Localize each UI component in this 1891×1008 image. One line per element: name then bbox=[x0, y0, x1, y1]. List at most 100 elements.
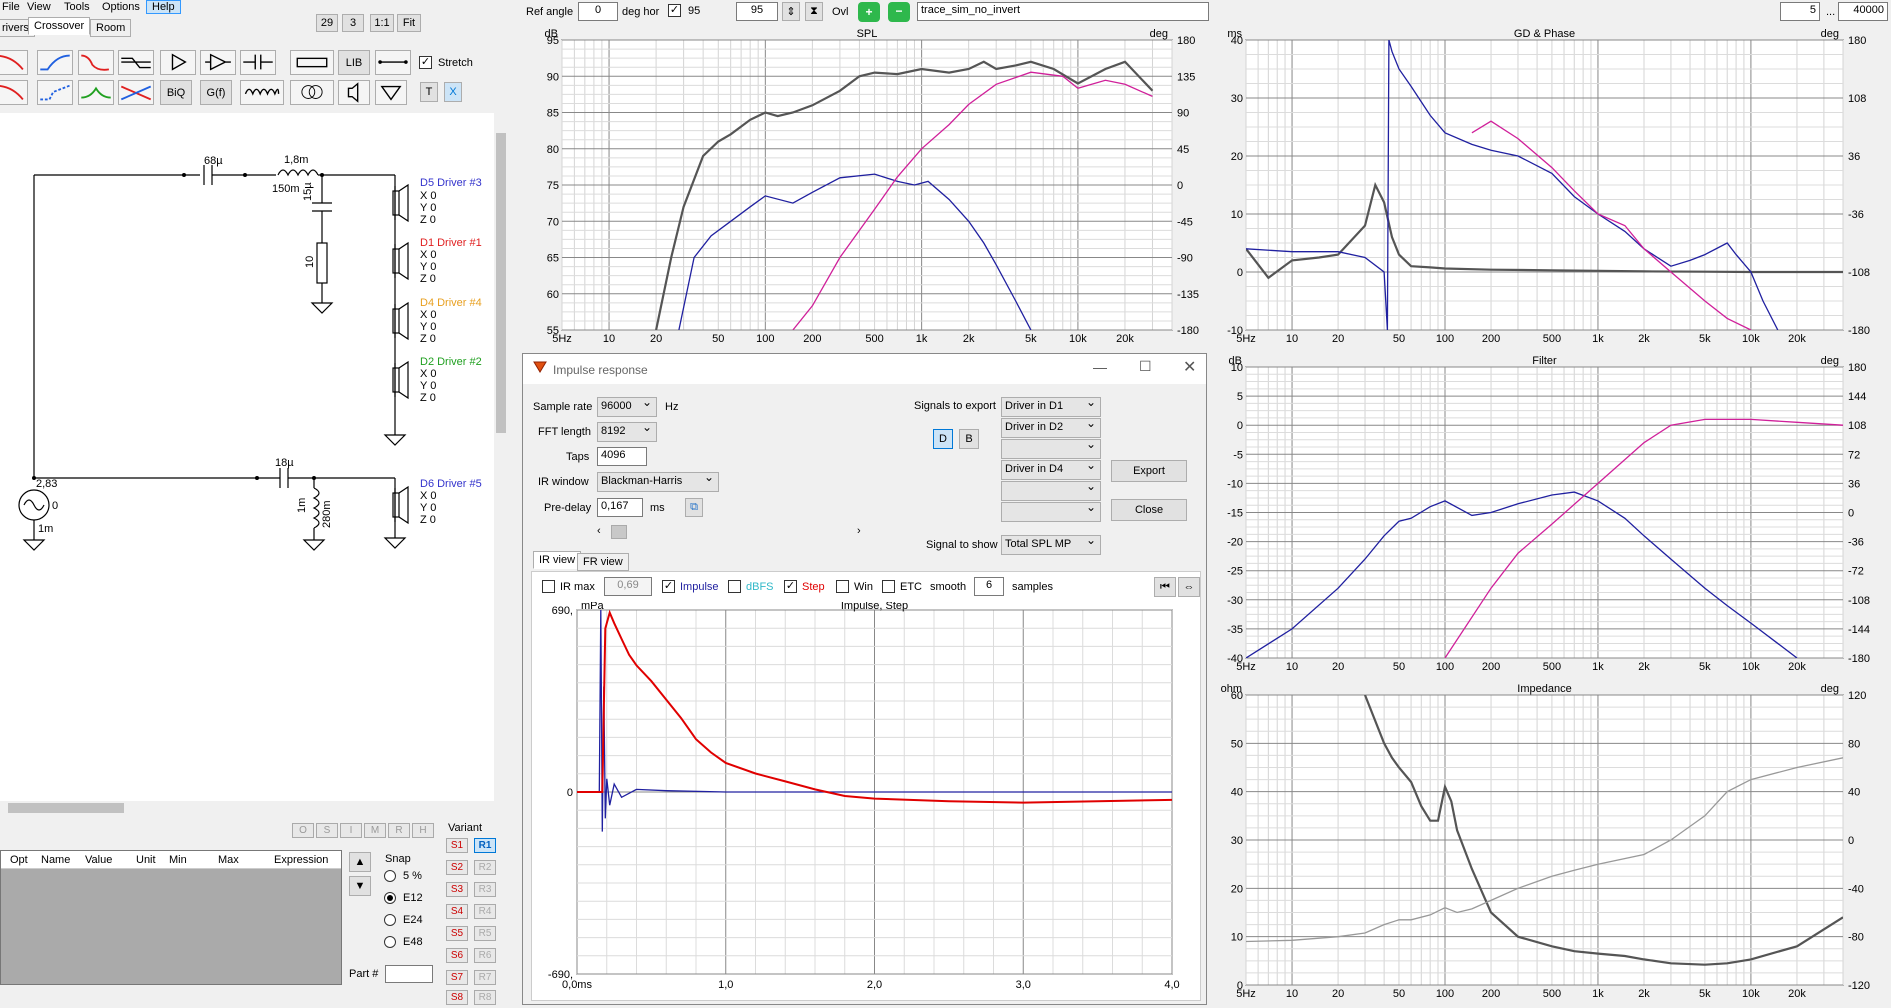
schematic-vscroll[interactable] bbox=[494, 113, 508, 801]
variant-r6[interactable]: R6 bbox=[474, 948, 496, 963]
biquad-button[interactable]: BiQ bbox=[160, 80, 192, 105]
crossover-icon[interactable] bbox=[118, 80, 154, 105]
spl-chart[interactable]: 95 90 85 80 75 70 65 60 55 180 135 90 45 0 -45 -90 -135-… bbox=[522, 28, 1212, 350]
b-button[interactable]: B bbox=[959, 429, 979, 449]
shelf-icon[interactable] bbox=[78, 80, 114, 105]
gd-phase-chart[interactable]: 40 30 20 10 0 -10 180 108 36 -36 -108 -180 5Hz 10 20 50… bbox=[1212, 28, 1891, 350]
speaker-icon[interactable] bbox=[338, 80, 370, 105]
impulse-checkbox[interactable]: ✓ bbox=[662, 580, 675, 593]
grid-value[interactable]: 3 bbox=[342, 14, 364, 32]
ir-window-select[interactable]: Blackman-Harris bbox=[597, 472, 719, 492]
menu-view[interactable]: View bbox=[27, 1, 51, 13]
minimize-icon[interactable]: — bbox=[1093, 359, 1107, 375]
overlay-remove-icon[interactable]: − bbox=[888, 2, 910, 22]
expand-icon[interactable]: ⇔ bbox=[1178, 577, 1200, 597]
close-button[interactable]: Close bbox=[1111, 499, 1187, 521]
export-signal-3[interactable] bbox=[1001, 439, 1101, 459]
driver-label-d2[interactable]: D2 Driver #2 X 0Y 0Z 0 bbox=[420, 356, 482, 404]
variant-s2[interactable]: S2 bbox=[446, 860, 468, 875]
wire-icon[interactable] bbox=[375, 50, 411, 75]
driver-label-d4[interactable]: D4 Driver #4 X 0Y 0Z 0 bbox=[420, 297, 482, 345]
variant-r3[interactable]: R3 bbox=[474, 882, 496, 897]
opt-o-button[interactable]: O bbox=[292, 823, 314, 838]
col-opt[interactable]: Opt bbox=[10, 854, 28, 866]
dbfs-checkbox[interactable] bbox=[728, 580, 741, 593]
menu-help[interactable]: Help bbox=[146, 0, 181, 14]
spl-max-checkbox[interactable]: ✓ bbox=[668, 4, 681, 17]
taps-input[interactable]: 4096 bbox=[597, 447, 647, 466]
variant-r5[interactable]: R5 bbox=[474, 926, 496, 941]
menu-tools[interactable]: Tools bbox=[64, 1, 90, 13]
menu-options[interactable]: Options bbox=[102, 1, 140, 13]
driver-label-d1[interactable]: D1 Driver #1 X 0Y 0Z 0 bbox=[420, 237, 482, 285]
trace-name-input[interactable]: trace_sim_no_invert bbox=[917, 2, 1209, 21]
export-button[interactable]: Export bbox=[1111, 460, 1187, 482]
variant-s8[interactable]: S8 bbox=[446, 990, 468, 1005]
schematic-canvas[interactable]: 68µ 1,8m 150m 15µ 10 18µ 1m 280m 2,83 0 … bbox=[0, 113, 494, 801]
smooth-input[interactable]: 6 bbox=[974, 577, 1004, 596]
pre-delay-input[interactable]: 0,167 bbox=[597, 498, 643, 517]
step-checkbox[interactable]: ✓ bbox=[784, 580, 797, 593]
opamp-icon[interactable] bbox=[200, 50, 236, 75]
export-signal-5[interactable] bbox=[1001, 481, 1101, 501]
ir-max-checkbox[interactable] bbox=[542, 580, 555, 593]
opt-m-button[interactable]: M bbox=[364, 823, 386, 838]
optimizer-table[interactable]: Opt Name Value Unit Min Max Expression bbox=[0, 850, 342, 985]
tab-ir-view[interactable]: IR view bbox=[533, 551, 582, 569]
col-name[interactable]: Name bbox=[41, 854, 70, 866]
export-signal-2[interactable]: Driver in D2 bbox=[1001, 418, 1101, 438]
snap-e12-radio[interactable] bbox=[384, 892, 396, 904]
tab-fr-view[interactable]: FR view bbox=[577, 553, 629, 571]
d-button[interactable]: D bbox=[933, 429, 953, 449]
driver-label-d6[interactable]: D6 Driver #5 X 0Y 0Z 0 bbox=[420, 478, 482, 526]
variant-r4[interactable]: R4 bbox=[474, 904, 496, 919]
lib-button[interactable]: LIB bbox=[338, 50, 370, 75]
tab-crossover[interactable]: Crossover bbox=[28, 17, 91, 35]
ratio-button[interactable]: 1:1 bbox=[370, 14, 394, 32]
export-signal-1[interactable]: Driver in D1 bbox=[1001, 397, 1101, 417]
resistor-icon[interactable] bbox=[290, 50, 334, 75]
allpass-icon[interactable] bbox=[118, 50, 154, 75]
col-min[interactable]: Min bbox=[169, 854, 187, 866]
fft-length-select[interactable]: 8192 bbox=[597, 422, 657, 442]
lowpass-icon[interactable] bbox=[37, 50, 73, 75]
opt-i-button[interactable]: I bbox=[340, 823, 362, 838]
inductor-icon[interactable] bbox=[240, 80, 284, 105]
col-expression[interactable]: Expression bbox=[274, 854, 328, 866]
etc-checkbox[interactable] bbox=[882, 580, 895, 593]
driver-label-d5[interactable]: D5 Driver #3 X 0Y 0Z 0 bbox=[420, 177, 482, 226]
variant-s4[interactable]: S4 bbox=[446, 904, 468, 919]
ir-chart[interactable]: 690, 0 -690, 0,0ms 1,0 2,0 3,0 4,0 Impulse, Step… bbox=[532, 600, 1200, 1000]
tab-room[interactable]: Room bbox=[90, 19, 132, 37]
opt-r-button[interactable]: R bbox=[388, 823, 410, 838]
col-unit[interactable]: Unit bbox=[136, 854, 156, 866]
impedance-chart[interactable]: 60 50 40 30 20 10 0 120 80 40 0 -40 -80 -120 5Hz 10 20 50… bbox=[1212, 683, 1891, 1005]
snap-5pct-radio[interactable] bbox=[384, 870, 396, 882]
pre-delay-slider[interactable]: ‹ › bbox=[597, 524, 867, 540]
ir-max-input[interactable]: 0,69 bbox=[604, 577, 652, 596]
row-down-button[interactable]: ▼ bbox=[349, 876, 371, 896]
fit-button[interactable]: Fit bbox=[397, 14, 421, 32]
export-signal-6[interactable] bbox=[1001, 502, 1101, 522]
snap-e24-radio[interactable] bbox=[384, 914, 396, 926]
impulse-response-window[interactable]: Impulse response — ☐ ✕ Sample rate 96000… bbox=[522, 353, 1207, 1005]
opt-h-button[interactable]: H bbox=[412, 823, 434, 838]
transformer-icon[interactable] bbox=[290, 80, 334, 105]
ref-angle-input[interactable]: 0 bbox=[578, 2, 618, 21]
overlay-add-icon[interactable]: + bbox=[858, 2, 880, 22]
x-button[interactable]: X bbox=[444, 82, 462, 102]
variant-r1[interactable]: R1 bbox=[474, 838, 496, 853]
snap-e48-radio[interactable] bbox=[384, 936, 396, 948]
spl-max-input[interactable]: 95 bbox=[736, 2, 778, 21]
ir-titlebar[interactable]: Impulse response — ☐ ✕ bbox=[523, 354, 1206, 384]
schematic-hscroll[interactable] bbox=[0, 801, 494, 815]
zoom-value[interactable]: 29 bbox=[316, 14, 338, 32]
close-icon[interactable]: ✕ bbox=[1183, 357, 1196, 377]
skip-start-icon[interactable]: ⏮ bbox=[1154, 577, 1176, 597]
capacitor-icon[interactable] bbox=[240, 50, 276, 75]
variant-s1[interactable]: S1 bbox=[446, 838, 468, 853]
highpass2-icon[interactable] bbox=[0, 80, 28, 105]
buffer-icon[interactable] bbox=[160, 50, 196, 75]
col-max[interactable]: Max bbox=[218, 854, 239, 866]
variant-r2[interactable]: R2 bbox=[474, 860, 496, 875]
